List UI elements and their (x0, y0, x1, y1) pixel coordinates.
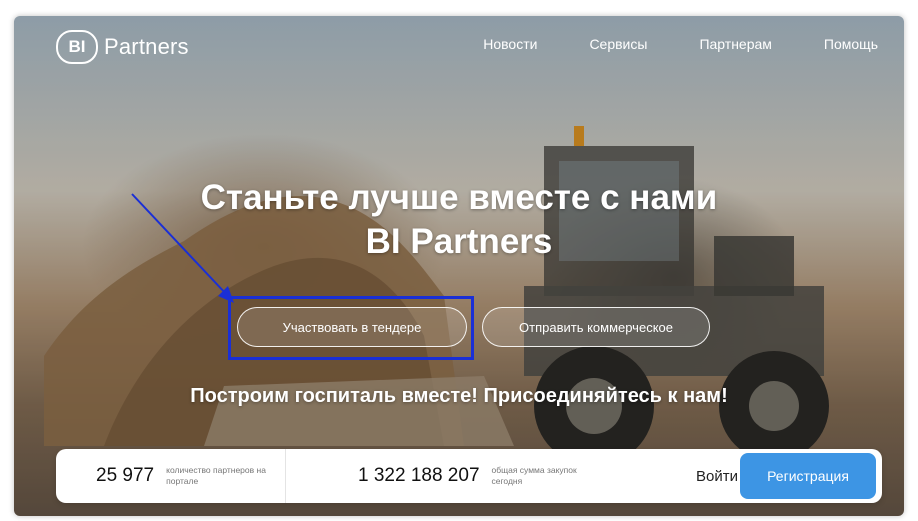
hero-subtitle: Построим госпиталь вместе! Присоединяйте… (190, 385, 728, 407)
purchases-total: 1 322 188 207 (358, 465, 480, 486)
main-nav: Новости Сервисы Партнерам Помощь (483, 36, 878, 52)
send-commercial-offer-button[interactable]: Отправить коммерческое (482, 307, 710, 347)
login-link[interactable]: Войти (696, 468, 738, 485)
nav-news[interactable]: Новости (483, 36, 537, 52)
logo-mark: BI (56, 30, 98, 64)
nav-help[interactable]: Помощь (824, 36, 878, 52)
partners-caption: количество партнеров на портале (166, 465, 266, 486)
register-button[interactable]: Регистрация (740, 453, 876, 499)
partners-count: 25 977 (96, 465, 155, 486)
stat-purchases: 1 322 188 207 общая сумма закупок сегодн… (286, 449, 636, 503)
hero-frame: BI Partners Новости Сервисы Партнерам По… (14, 16, 904, 516)
logo-text: Partners (104, 34, 189, 59)
annotation-arrow (131, 193, 234, 303)
nav-partners[interactable]: Партнерам (699, 36, 771, 52)
annotation-highlight-box (228, 296, 474, 360)
site-logo[interactable]: BI Partners (56, 30, 189, 64)
nav-services[interactable]: Сервисы (589, 36, 647, 52)
stats-bar: 25 977 количество партнеров на портале 1… (56, 449, 882, 503)
purchases-caption: общая сумма закупок сегодня (491, 465, 577, 486)
stat-partners: 25 977 количество партнеров на портале (56, 449, 286, 503)
